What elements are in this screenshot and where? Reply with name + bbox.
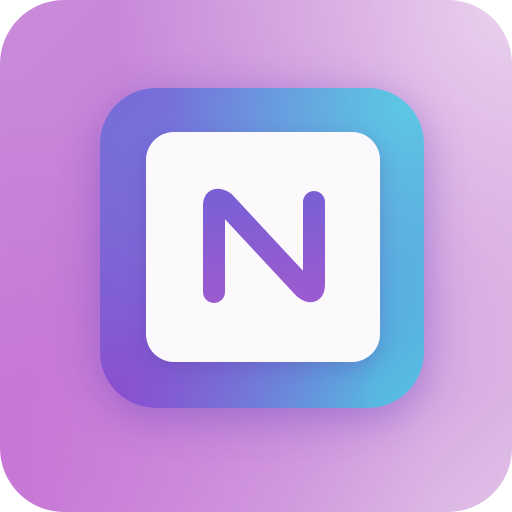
letter-card: N: [146, 132, 380, 362]
letter-n-icon: N: [203, 188, 325, 303]
app-icon[interactable]: N: [0, 0, 512, 512]
